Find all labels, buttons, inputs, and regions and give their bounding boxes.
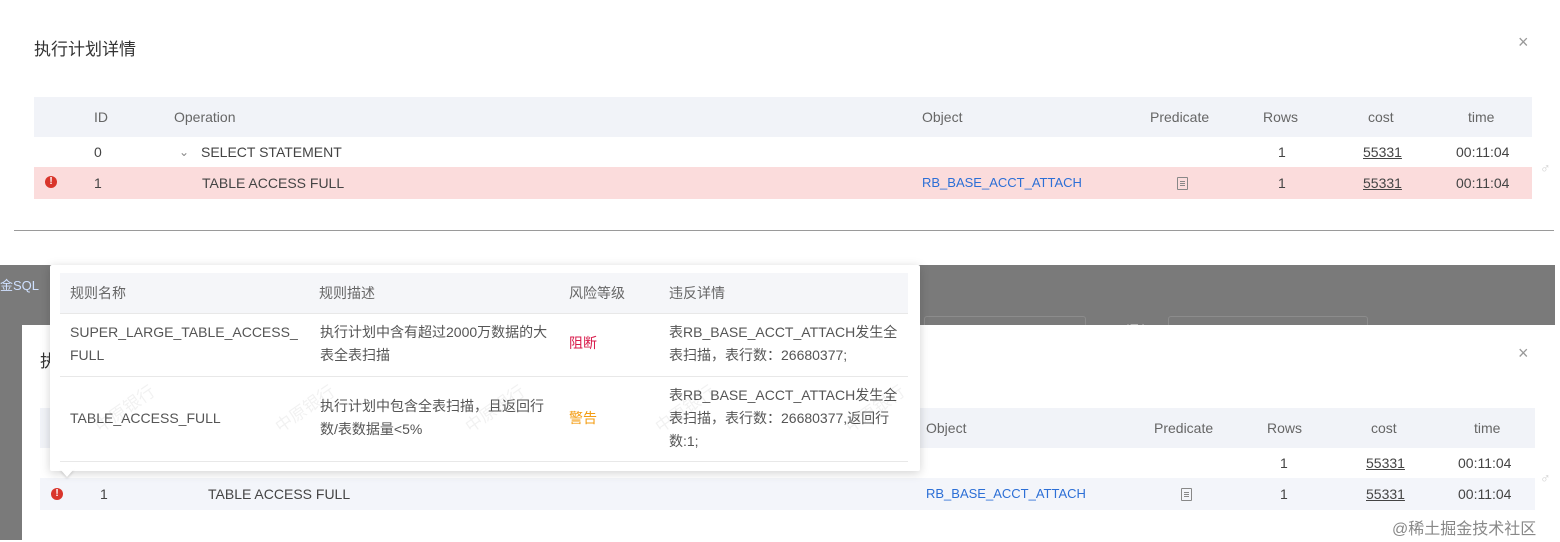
col-predicate: Predicate <box>1150 109 1210 125</box>
rule-table-header: 规则名称 规则描述 风险等级 违反详情 <box>60 273 908 313</box>
row-time: 00:11:04 <box>1456 144 1510 160</box>
document-icon[interactable] <box>1177 177 1188 190</box>
col-cost: cost <box>1371 420 1397 436</box>
execution-plan-dialog: 执行计划详情 × ID Operation Object Predicate R… <box>14 0 1554 231</box>
violation-detail-2: 表RB_BASE_ACCT_ATTACH发生全 表扫描，表行数：26680377… <box>669 384 897 453</box>
row-time: 00:11:04 <box>1458 455 1512 471</box>
close-icon[interactable]: × <box>1518 343 1529 364</box>
row-divider <box>60 461 908 462</box>
col-operation: Operation <box>174 109 236 125</box>
row-id: 1 <box>94 175 102 191</box>
col-object: Object <box>926 420 967 436</box>
footer-watermark: @稀土掘金技术社区 <box>1392 521 1537 538</box>
rule-name-line: SUPER_LARGE_TABLE_ACCESS_ <box>70 324 298 340</box>
error-icon[interactable]: ! <box>51 488 63 500</box>
chevron-down-icon[interactable]: ⌄ <box>179 137 189 168</box>
object-link[interactable]: RB_BASE_ACCT_ATTACH <box>926 478 1086 510</box>
row-rows: 1 <box>1280 455 1288 471</box>
modal-overlay-left <box>0 325 22 540</box>
risk-badge-warn: 警告 <box>569 410 597 426</box>
row-cost-link[interactable]: 55331 <box>1366 448 1405 479</box>
rule-desc-1: 执行计划中含有超过2000万数据的大 表全表扫描 <box>320 321 547 367</box>
col-id: ID <box>94 109 108 125</box>
detail-line: 表扫描，表行数：26680377,返回行 <box>669 410 890 426</box>
violation-detail-1: 表RB_BASE_ACCT_ATTACH发生全 表扫描，表行数：26680377… <box>669 321 897 367</box>
detail-line: 表RB_BASE_ACCT_ATTACH发生全 <box>669 324 898 340</box>
row-divider <box>60 376 908 377</box>
rule-name-2: TABLE_ACCESS_FULL <box>70 410 221 426</box>
row-cost-link[interactable]: 55331 <box>1363 137 1402 168</box>
rule-desc-line: 数/表数据量<5% <box>320 421 423 437</box>
table-row-error[interactable]: ! 1 TABLE ACCESS FULL RB_BASE_ACCT_ATTAC… <box>34 167 1532 199</box>
rule-desc-line: 执行计划中包含全表扫描，且返回行 <box>320 398 544 414</box>
row-divider <box>60 313 908 314</box>
dialog-title: 执行计划详情 <box>34 40 136 59</box>
row-rows: 1 <box>1280 486 1288 502</box>
row-time: 00:11:04 <box>1456 175 1510 191</box>
plan-table-header: ID Operation Object Predicate Rows cost … <box>34 97 1532 137</box>
detail-line: 表RB_BASE_ACCT_ATTACH发生全 <box>669 387 898 403</box>
col-violation-detail: 违反详情 <box>669 285 725 301</box>
side-mark-icon: ♂ <box>1540 160 1551 176</box>
object-link[interactable]: RB_BASE_ACCT_ATTACH <box>922 167 1082 199</box>
popover-arrow <box>60 469 74 477</box>
col-time: time <box>1474 420 1501 436</box>
rule-violation-popover: 规则名称 规则描述 风险等级 违反详情 SUPER_LARGE_TABLE_AC… <box>50 265 920 471</box>
row-id: 1 <box>100 486 108 502</box>
col-time: time <box>1468 109 1495 125</box>
detail-line: 表扫描，表行数：26680377; <box>669 347 848 363</box>
error-icon[interactable]: ! <box>45 176 57 188</box>
rule-desc-line: 表全表扫描 <box>320 347 390 363</box>
row-operation: SELECT STATEMENT <box>201 144 342 160</box>
sql-tab-label: 金SQL <box>0 278 40 293</box>
row-id: 0 <box>94 144 102 160</box>
row-cost-link[interactable]: 55331 <box>1363 167 1402 199</box>
row-operation: TABLE ACCESS FULL <box>208 486 351 502</box>
col-predicate: Predicate <box>1154 420 1214 436</box>
col-object: Object <box>922 109 963 125</box>
risk-badge-block: 阻断 <box>569 335 597 351</box>
col-rule-desc: 规则描述 <box>319 285 375 301</box>
rule-desc-line: 执行计划中含有超过2000万数据的大 <box>320 324 548 340</box>
row-time: 00:11:04 <box>1458 486 1512 502</box>
col-risk-level: 风险等级 <box>569 285 625 301</box>
rule-name-1: SUPER_LARGE_TABLE_ACCESS_ FULL <box>70 321 298 367</box>
row-rows: 1 <box>1278 175 1286 191</box>
table-row-error[interactable]: ! 1 TABLE ACCESS FULL RB_BASE_ACCT_ATTAC… <box>40 478 1535 510</box>
col-cost: cost <box>1368 109 1394 125</box>
table-row[interactable]: 0 ⌄ SELECT STATEMENT 1 55331 00:11:04 <box>34 137 1532 169</box>
document-icon[interactable] <box>1181 488 1192 501</box>
col-rows: Rows <box>1263 109 1299 125</box>
side-mark-icon: ♂ <box>1540 470 1551 486</box>
col-rows: Rows <box>1267 420 1303 436</box>
row-cost-link[interactable]: 55331 <box>1366 478 1405 510</box>
row-rows: 1 <box>1278 144 1286 160</box>
detail-line: 数:1; <box>669 433 699 449</box>
rule-name-line: FULL <box>70 347 105 363</box>
row-operation: TABLE ACCESS FULL <box>202 175 345 191</box>
rule-desc-2: 执行计划中包含全表扫描，且返回行 数/表数据量<5% <box>320 395 544 441</box>
col-rule-name: 规则名称 <box>70 285 126 301</box>
close-icon[interactable]: × <box>1518 32 1529 53</box>
